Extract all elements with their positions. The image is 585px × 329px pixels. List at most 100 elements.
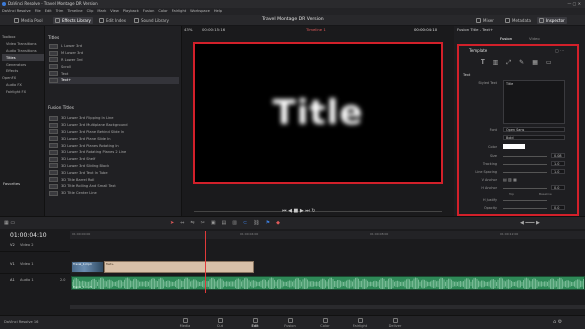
inspector-options-icon[interactable]: ▢ ⋯ (555, 48, 564, 53)
fusion-title-item[interactable]: 3D Lower 3rd Rotating Planes 2 Line (49, 149, 179, 156)
fusion-title-item[interactable]: 3D Title Barrel Roll (49, 176, 179, 183)
title-item[interactable]: Scroll (49, 63, 179, 70)
window-controls-icon[interactable]: — ▢ ✕ (567, 1, 581, 6)
dynamic-trim-icon[interactable]: ⇋ (190, 220, 194, 226)
zoom-level[interactable]: 43% (184, 27, 192, 32)
layout-tab-icon[interactable]: ▥ (493, 59, 499, 67)
timeline-name[interactable]: Timeline 1 (306, 27, 326, 32)
fusion-title-item[interactable]: 3D Lower 3rd Flipping In Line (49, 115, 179, 122)
flag-icon[interactable]: ⚑ (266, 220, 270, 226)
menu-item[interactable]: Clip (87, 9, 94, 13)
transport-controls-icon[interactable]: ⏮ ◀ ■ ▶ ⏭ ↻ (282, 208, 316, 214)
tab-fusion[interactable]: Fusion (500, 36, 512, 41)
tab-video[interactable]: Video (529, 36, 540, 41)
zoom-slider-icon[interactable]: ◀ ━━━ ▶ (520, 220, 540, 226)
toolbox-item[interactable]: Generators (2, 61, 44, 68)
menu-item[interactable]: Help (214, 9, 222, 13)
template-section[interactable]: Template (469, 48, 487, 53)
page-color[interactable]: Color (310, 318, 340, 328)
toolbox-item[interactable]: OpenFX (2, 75, 44, 82)
toolbox-item[interactable]: Titles (2, 54, 44, 62)
transform-tab-icon[interactable]: ⤢ (506, 59, 511, 67)
line-spacing-slider[interactable] (503, 172, 547, 173)
opacity-value[interactable]: 0.0 (551, 205, 565, 210)
toolbox-item[interactable]: Toolbox (2, 34, 44, 41)
menu-item[interactable]: View (110, 9, 119, 13)
fusion-title-item[interactable]: 3D Lower 3rd Sliding Block (49, 163, 179, 170)
menu-item[interactable]: Workspace (190, 9, 210, 13)
tracking-value[interactable]: 1.0 (551, 161, 565, 166)
timeline-ruler[interactable]: 01:00:00:00 01:00:04:00 01:00:08:00 01:0… (70, 231, 585, 239)
fusion-title-item[interactable]: 3D Lower 3rd Plane Behind Slide In (49, 129, 179, 136)
title-item[interactable]: R Lower 3rd (49, 57, 179, 64)
menu-item[interactable]: Fusion (143, 9, 155, 13)
toolbox-item[interactable]: Audio Transitions (2, 48, 44, 55)
page-fusion[interactable]: Fusion (275, 318, 305, 328)
menu-item[interactable]: Mark (97, 9, 106, 13)
menu-item[interactable]: DaVinci Resolve (2, 9, 31, 13)
effects-library-button[interactable]: Effects Library (53, 17, 93, 24)
replace-clip-icon[interactable]: ▥ (232, 220, 237, 226)
settings-tab-icon[interactable]: ▭ (546, 59, 552, 67)
size-slider[interactable] (503, 156, 547, 157)
title-item[interactable]: L Lower 3rd (49, 43, 179, 50)
title-item[interactable]: Text+ (49, 76, 179, 84)
h-anchor-slider[interactable] (503, 188, 547, 189)
text-group-header[interactable]: Text (463, 73, 470, 77)
toolbox-item[interactable]: Video Transitions (2, 41, 44, 48)
audio-clip[interactable]: Travel_1.mp3 (71, 276, 585, 290)
fusion-title-item[interactable]: 3D Lower 3rd Plane Slide In (49, 135, 179, 142)
metadata-button[interactable]: Metadata (505, 17, 531, 24)
marker-icon[interactable]: ◆ (276, 220, 280, 226)
fusion-title-item[interactable]: 3D Lower 3rd Multiplane Background (49, 122, 179, 129)
font-style-select[interactable]: Bold (503, 135, 565, 140)
toolbox-item[interactable]: Fairlight FX (2, 88, 44, 95)
home-settings-icon[interactable]: ⌂ ⚙ (553, 319, 562, 325)
menu-item[interactable]: Trim (56, 9, 64, 13)
opacity-slider[interactable] (503, 208, 547, 209)
size-value[interactable]: 0.08 (551, 153, 565, 158)
menu-item[interactable]: Playback (123, 9, 139, 13)
selection-tool-icon[interactable]: ➤ (170, 220, 174, 226)
video-clip-thumbnail[interactable]: Travel_1.mp4 (71, 261, 104, 273)
favorites-header[interactable]: Favorites (3, 181, 20, 186)
timeline-view-icon[interactable]: ▦ ▭ (4, 220, 15, 226)
color-swatch[interactable] (503, 144, 525, 149)
blade-tool-icon[interactable]: ✂ (201, 220, 205, 226)
fusion-title-item[interactable]: 3D Title Rolling And Small Text (49, 183, 179, 190)
fusion-title-item[interactable]: 3D Lower 3rd Text In Tube (49, 169, 179, 176)
fusion-title-item[interactable]: 3D Lower 3rd Shelf (49, 156, 179, 163)
inspector-button[interactable]: Inspector (537, 17, 567, 24)
page-media[interactable]: Media (170, 318, 200, 328)
page-fairlight[interactable]: Fairlight (345, 318, 375, 328)
insert-clip-icon[interactable]: ▣ (211, 220, 216, 226)
trim-tool-icon[interactable]: ⇔ (180, 220, 184, 226)
line-spacing-value[interactable]: 1.0 (551, 169, 565, 174)
v-anchor-buttons-icon[interactable]: ▤ ▥ ▦ (503, 177, 517, 182)
menu-item[interactable]: File (35, 9, 41, 13)
sound-library-button[interactable]: Sound Library (134, 17, 169, 24)
tracking-slider[interactable] (503, 164, 547, 165)
toolbox-item[interactable]: Effects (2, 68, 44, 75)
toolbox-item[interactable]: Audio FX (2, 82, 44, 89)
link-icon[interactable]: ⛓ (253, 220, 259, 226)
overwrite-clip-icon[interactable]: ▤ (222, 220, 227, 226)
track-header-v2[interactable]: V2 Video 2 (0, 241, 70, 252)
text-plus-clip[interactable]: Text+ (104, 261, 254, 273)
menu-item[interactable]: Fairlight (172, 9, 186, 13)
menu-item[interactable]: Timeline (67, 9, 82, 13)
page-deliver[interactable]: Deliver (380, 318, 410, 328)
viewer-canvas[interactable]: Title (193, 42, 443, 184)
menu-item[interactable]: Edit (45, 9, 52, 13)
font-select[interactable]: Open Sans (503, 127, 565, 132)
media-pool-button[interactable]: Media Pool (14, 17, 43, 24)
text-tab-icon[interactable]: T (481, 59, 485, 67)
track-header-v1[interactable]: V1 Video 1 (0, 260, 70, 274)
h-justify-slider[interactable] (503, 200, 547, 201)
track-header-a1[interactable]: A1 Audio 1 2.0 (0, 276, 70, 290)
menu-item[interactable]: Color (158, 9, 167, 13)
fusion-title-item[interactable]: 3D Title Center Line (49, 190, 179, 197)
styled-text-field[interactable]: Title (503, 80, 565, 124)
title-item[interactable]: Text (49, 70, 179, 77)
title-item[interactable]: M Lower 3rd (49, 50, 179, 57)
